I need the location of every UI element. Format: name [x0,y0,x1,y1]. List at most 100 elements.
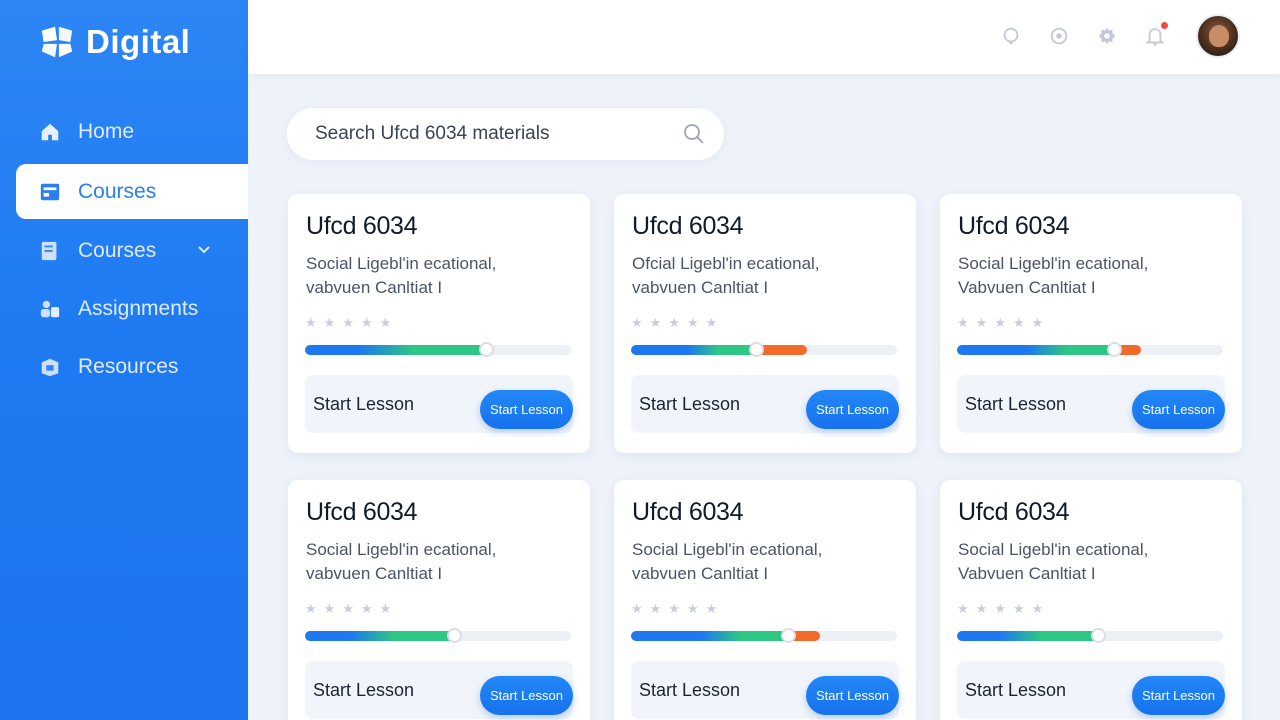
course-description-line: Ofcial Ligebl'in ecational, [632,254,820,273]
course-description: Social Ligebl'in ecational, Vabvuen Canlt… [958,538,1228,586]
search-bar[interactable] [287,108,724,160]
progress-bar [957,628,1223,643]
bell-icon[interactable] [1142,20,1170,49]
course-card[interactable]: Ufcd 6034 Social Ligebl'in ecational, vabv… [288,194,590,453]
footer-label: Start Lesson [965,680,1067,700]
star-icon[interactable]: ★ [305,601,317,617]
course-description-line: vabvuen Canltiat I [306,564,443,583]
progress-knob[interactable] [1091,628,1106,643]
footer-label: Start Lesson [639,680,741,700]
progress-knob[interactable] [781,628,796,643]
sidebar-item-label: Courses [78,179,157,203]
sidebar-item-courses-dropdown[interactable]: Courses [0,222,248,280]
chat-icon[interactable] [1046,23,1072,49]
course-description-line: Social Ligebl'in ecational, [632,540,823,559]
star-icon[interactable]: ★ [1032,601,1044,617]
star-icon[interactable]: ★ [706,315,718,331]
star-icon[interactable]: ★ [631,601,643,617]
start-lesson-button[interactable]: Start Lesson [1132,676,1225,715]
star-icon[interactable]: ★ [361,315,373,331]
star-icon[interactable]: ★ [994,601,1006,617]
star-icon[interactable]: ★ [380,601,392,617]
sidebar-item-assignments[interactable]: Assignments [0,280,248,338]
progress-knob[interactable] [447,628,462,643]
star-icon[interactable]: ★ [361,601,373,617]
start-lesson-button[interactable]: Start Lesson [806,676,899,715]
sidebar-item-courses-active[interactable]: Courses [16,164,248,219]
brand[interactable]: Digital [38,22,190,62]
star-icon[interactable]: ★ [976,315,988,331]
course-description-line: Social Ligebl'in ecational, [958,540,1149,559]
card-footer: Start Lesson Start Lesson [305,375,573,433]
start-lesson-button[interactable]: Start Lesson [480,676,573,715]
settings-icon[interactable] [1094,23,1120,49]
star-icon[interactable]: ★ [650,315,662,331]
rating-stars: ★ ★ ★ ★ ★ [305,601,391,617]
rating-stars: ★ ★ ★ ★ ★ [305,315,391,331]
course-card[interactable]: Ufcd 6034 Social Ligebl'in ecational, vabv… [614,480,916,720]
star-icon[interactable]: ★ [957,315,969,331]
start-lesson-button[interactable]: Start Lesson [480,390,573,429]
star-icon[interactable]: ★ [957,601,969,617]
star-icon[interactable]: ★ [1032,315,1044,331]
star-icon[interactable]: ★ [342,315,354,331]
chevron-down-icon[interactable] [196,241,212,257]
user-avatar[interactable] [1196,14,1240,58]
star-icon[interactable]: ★ [687,315,699,331]
course-card[interactable]: Ufcd 6034 Social Ligebl'in ecational, vabv… [288,480,590,720]
course-title: Ufcd 6034 [632,498,744,526]
star-icon[interactable]: ★ [1013,601,1025,617]
card-footer: Start Lesson Start Lesson [631,661,899,719]
star-icon[interactable]: ★ [668,315,680,331]
star-icon[interactable]: ★ [631,315,643,331]
star-icon[interactable]: ★ [305,315,317,331]
star-icon[interactable]: ★ [687,601,699,617]
star-icon[interactable]: ★ [342,601,354,617]
star-icon[interactable]: ★ [324,315,336,331]
brand-name: Digital [86,23,191,60]
course-description: Social Ligebl'in ecational, Vabvuen Canlt… [958,252,1228,300]
sidebar-item-home[interactable]: Home [0,103,248,161]
footer-label: Start Lesson [313,394,415,414]
star-icon[interactable]: ★ [380,315,392,331]
progress-bar [631,628,897,643]
search-icon[interactable] [682,122,706,146]
star-icon[interactable]: ★ [994,315,1006,331]
sidebar-item-resources[interactable]: Resources [0,338,248,396]
sidebar-item-label: Home [78,120,135,143]
course-description-line: Social Ligebl'in ecational, [306,540,497,559]
progress-knob[interactable] [479,342,494,357]
top-bar-actions [998,14,1240,58]
start-lesson-button[interactable]: Start Lesson [806,390,899,429]
course-description: Social Ligebl'in ecational, vabvuen Canlt… [306,252,576,300]
tiles-logo-icon [41,26,73,58]
course-description-line: vabvuen Canltiat I [306,278,443,297]
progress-bar [305,628,571,643]
progress-fill [305,345,486,355]
sidebar-item-label: Resources [78,355,179,378]
course-description-line: Vabvuen Canltiat I [958,278,1096,297]
course-card[interactable]: Ufcd 6034 Social Ligebl'in ecational, Vabv… [940,194,1242,453]
card-footer: Start Lesson Start Lesson [305,661,573,719]
courses-icon [38,180,62,204]
search-input[interactable] [315,123,682,145]
book-icon [38,239,62,263]
rating-stars: ★ ★ ★ ★ ★ [631,315,717,331]
footer-label: Start Lesson [639,394,741,414]
course-card[interactable]: Ufcd 6034 Ofcial Ligebl'in ecational, vabv… [614,194,916,453]
star-icon[interactable]: ★ [668,601,680,617]
course-description-line: Social Ligebl'in ecational, [958,254,1149,273]
notification-badge [1159,20,1170,31]
star-icon[interactable]: ★ [324,601,336,617]
start-lesson-button[interactable]: Start Lesson [1132,390,1225,429]
star-icon[interactable]: ★ [650,601,662,617]
star-icon[interactable]: ★ [1013,315,1025,331]
course-description: Social Ligebl'in ecational, vabvuen Canlt… [632,538,902,586]
progress-knob[interactable] [749,342,764,357]
course-card[interactable]: Ufcd 6034 Social Ligebl'in ecational, Vabv… [940,480,1242,720]
star-icon[interactable]: ★ [976,601,988,617]
help-icon[interactable] [998,23,1024,49]
sidebar-item-label: Assignments [78,297,199,320]
progress-knob[interactable] [1107,342,1122,357]
star-icon[interactable]: ★ [706,601,718,617]
